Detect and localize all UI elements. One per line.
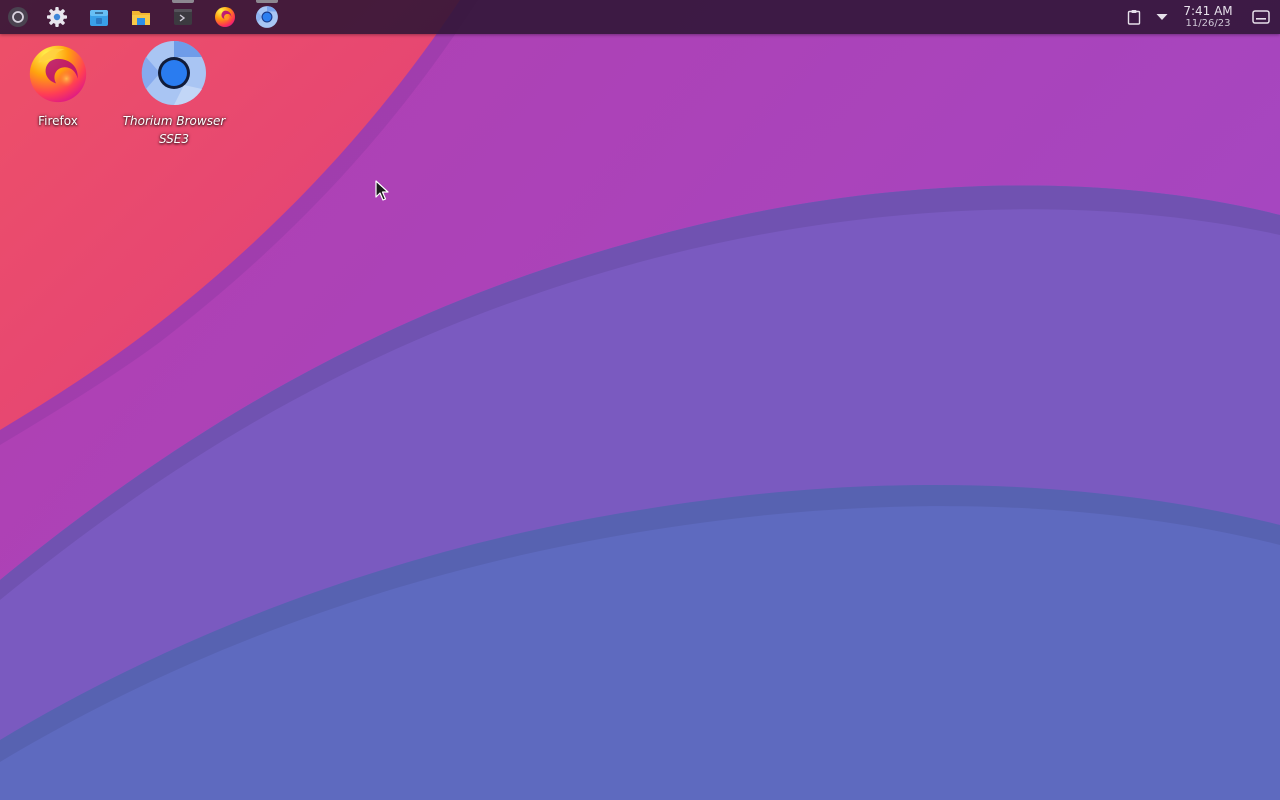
folder-icon (132, 11, 150, 25)
desktop-icon-label: Firefox (38, 114, 78, 128)
discover-store-launcher[interactable] (82, 0, 116, 34)
terminal-icon (174, 9, 192, 25)
clipboard-button[interactable] (1122, 0, 1146, 34)
gear-icon (47, 7, 67, 27)
desktop-icon-firefox[interactable]: Firefox (3, 40, 113, 130)
thorium-icon (256, 6, 278, 28)
mouse-cursor-icon (375, 180, 389, 201)
thorium-icon (141, 40, 207, 106)
desktop-icon-label: Thorium Browser SSE3 (122, 114, 226, 146)
show-desktop-icon (1252, 10, 1270, 24)
firefox-icon (25, 40, 91, 106)
firefox-icon (215, 7, 235, 27)
file-manager-launcher[interactable] (124, 0, 158, 34)
chevron-down-icon (1156, 14, 1168, 20)
store-icon (90, 10, 108, 26)
show-desktop-button[interactable] (1248, 0, 1274, 34)
app-menu-launcher[interactable] (1, 0, 35, 34)
app-menu-icon (8, 7, 28, 27)
clock-date: 11/26/23 (1185, 18, 1231, 29)
desktop-icon-thorium[interactable]: Thorium Browser SSE3 (119, 40, 229, 148)
firefox-launcher[interactable] (208, 0, 242, 34)
digital-clock[interactable]: 7:41 AM 11/26/23 (1180, 4, 1236, 30)
thorium-launcher[interactable] (250, 0, 284, 34)
system-settings-launcher[interactable] (40, 0, 74, 34)
clock-time: 7:41 AM (1183, 4, 1233, 18)
terminal-launcher[interactable] (166, 0, 200, 34)
clipboard-icon (1127, 10, 1141, 25)
tray-expand-button[interactable] (1150, 0, 1174, 34)
top-panel: 7:41 AM 11/26/23 (0, 0, 1280, 34)
